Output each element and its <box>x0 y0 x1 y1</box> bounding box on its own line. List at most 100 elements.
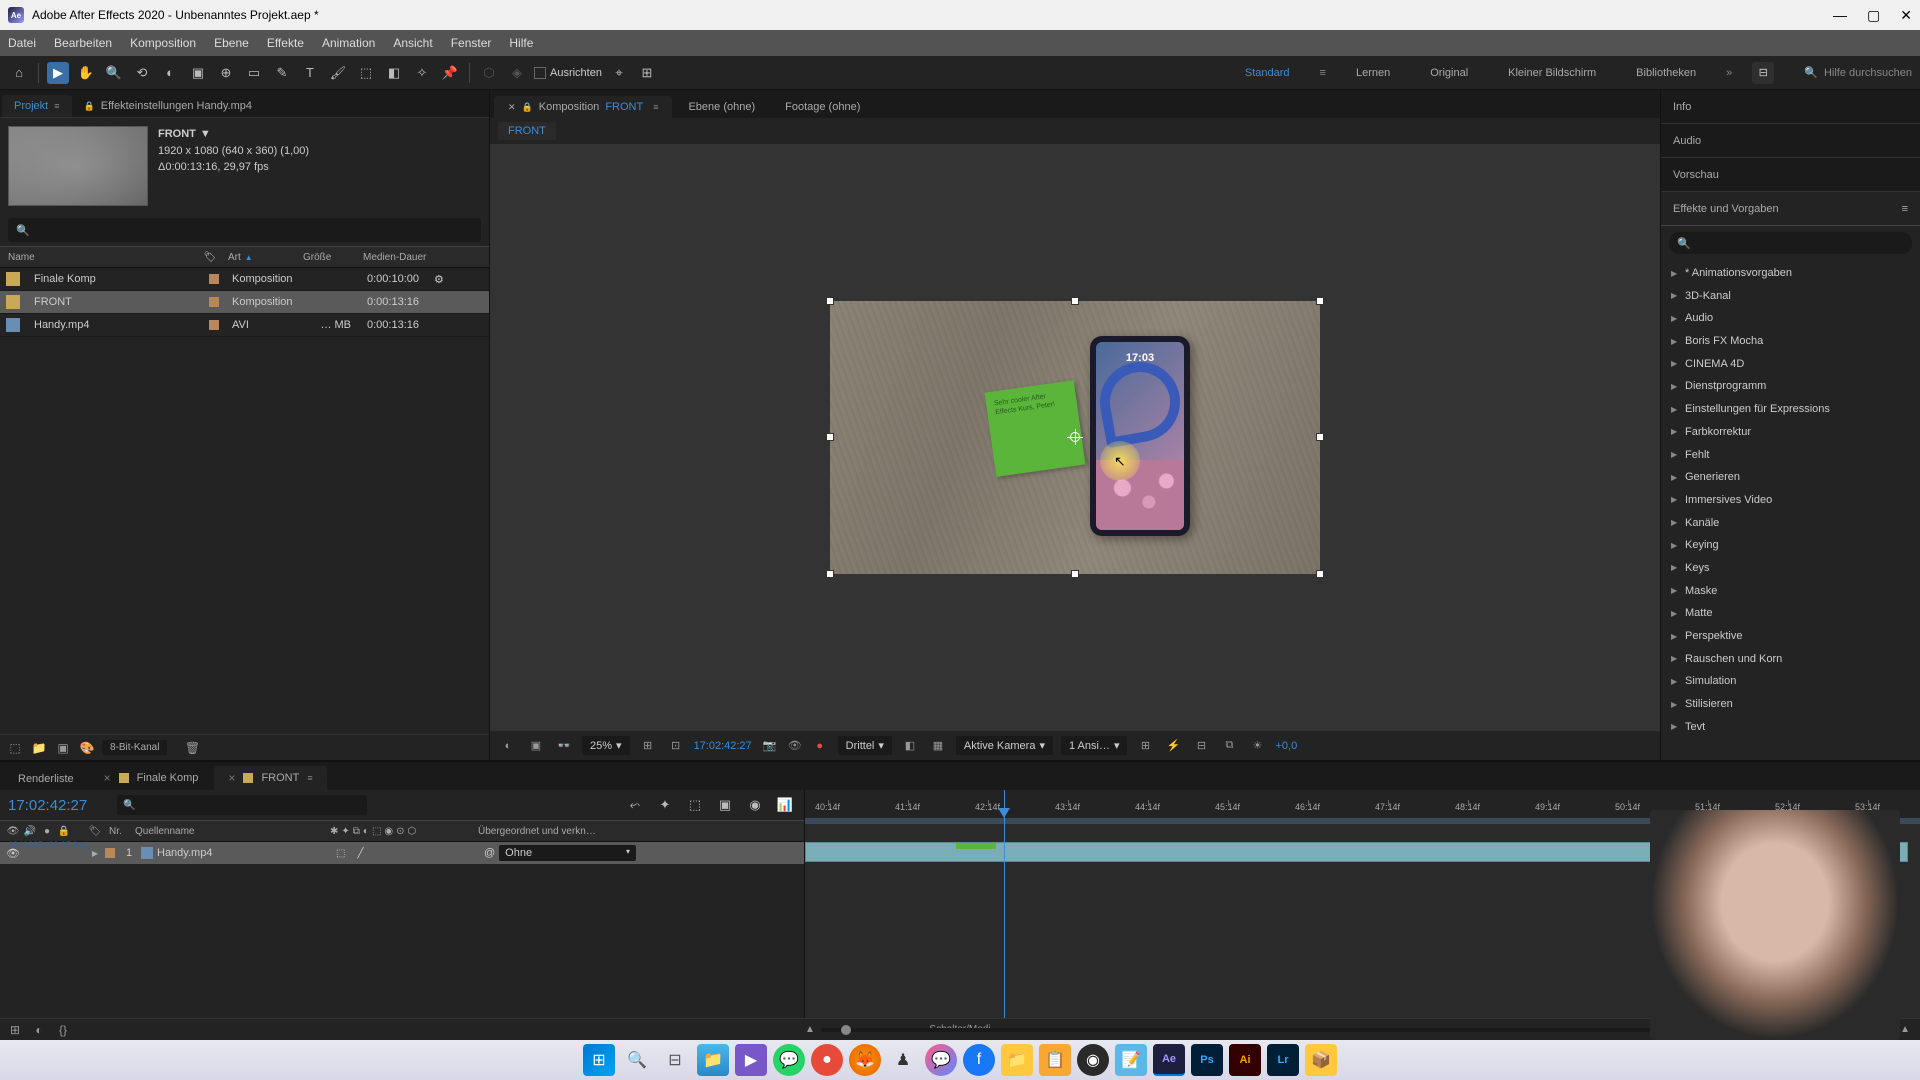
timecode[interactable]: 17:02:42:27 <box>8 797 87 814</box>
windows-start-icon[interactable]: ⊞ <box>583 1044 615 1076</box>
dropdown-icon[interactable]: ▼ <box>200 126 211 143</box>
handle-br[interactable] <box>1316 570 1324 578</box>
menu-animation[interactable]: Animation <box>322 36 375 50</box>
align-checkbox[interactable]: Ausrichten <box>534 67 602 79</box>
workspace-standard[interactable]: Standard <box>1235 63 1300 83</box>
effect-category[interactable]: ▶Dienstprogramm <box>1661 375 1920 398</box>
firefox-icon[interactable]: 🦊 <box>849 1044 881 1076</box>
parent-dropdown[interactable]: Ohne▾ <box>499 845 636 861</box>
workspace-kleiner[interactable]: Kleiner Bildschirm <box>1498 63 1606 83</box>
obs-icon[interactable]: ◉ <box>1077 1044 1109 1076</box>
effect-category[interactable]: ▶Perspektive <box>1661 625 1920 648</box>
timeline-tab[interactable]: Renderliste <box>4 768 88 790</box>
zoom-out-icon[interactable]: ▲ <box>805 1024 815 1035</box>
effect-category[interactable]: ▶Fehlt <box>1661 444 1920 467</box>
effect-category[interactable]: ▶Rauschen und Korn <box>1661 648 1920 671</box>
lock-icon[interactable]: 🔒 <box>522 102 533 113</box>
effect-category[interactable]: ▶Stilisieren <box>1661 693 1920 716</box>
timeline-icon[interactable]: ⊟ <box>1191 736 1211 756</box>
playhead[interactable] <box>1004 790 1005 1018</box>
current-time[interactable]: 17:02:42:27 <box>694 740 752 752</box>
pixel-aspect-icon[interactable]: ⊞ <box>1135 736 1155 756</box>
app-icon-2[interactable]: ● <box>811 1044 843 1076</box>
effect-category[interactable]: ▶Simulation <box>1661 670 1920 693</box>
breadcrumb-item[interactable]: FRONT <box>498 122 556 140</box>
tab-menu-icon[interactable]: ≡ <box>54 101 59 111</box>
handle-tl[interactable] <box>826 297 834 305</box>
effect-category[interactable]: ▶Boris FX Mocha <box>1661 330 1920 353</box>
eraser-tool-icon[interactable]: ◧ <box>383 62 405 84</box>
effect-category[interactable]: ▶Keys <box>1661 557 1920 580</box>
guides-icon[interactable]: ⊡ <box>666 736 686 756</box>
menu-ebene[interactable]: Ebene <box>214 36 249 50</box>
label-col-icon[interactable]: 🏷 <box>200 252 220 263</box>
zoom-in-icon[interactable]: ▲ <box>1900 1024 1910 1035</box>
toggle-modes-icon[interactable]: ◐ <box>30 1021 48 1039</box>
video-col-icon[interactable]: 👁 <box>6 826 20 837</box>
new-comp-icon[interactable]: ▣ <box>54 739 72 757</box>
tab-project[interactable]: Projekt ≡ <box>2 95 72 117</box>
zoom-tool-icon[interactable]: 🔍 <box>103 62 125 84</box>
panel-toggle-icon[interactable]: ⊟ <box>1752 62 1774 84</box>
anchor-point-icon[interactable] <box>1067 429 1083 445</box>
views-dropdown[interactable]: 1 Ansi… ▾ <box>1061 736 1128 755</box>
project-row[interactable]: Finale Komp Komposition 0:00:10:00 ⚙ <box>0 268 489 291</box>
brush-tool-icon[interactable]: 🖌 <box>327 62 349 84</box>
close-icon[interactable]: × <box>104 771 111 785</box>
pen-tool-icon[interactable]: ✎ <box>271 62 293 84</box>
show-snapshot-icon[interactable]: 👁 <box>788 739 802 752</box>
effect-category[interactable]: ▶Farbkorrektur <box>1661 421 1920 444</box>
grid-icon[interactable]: ⊞ <box>638 736 658 756</box>
roto-tool-icon[interactable]: ✧ <box>411 62 433 84</box>
menu-komposition[interactable]: Komposition <box>130 36 196 50</box>
subdiv-icon[interactable]: ◈ <box>506 62 528 84</box>
trash-icon[interactable]: 🗑 <box>183 739 201 757</box>
minimize-button[interactable]: — <box>1833 7 1847 24</box>
col-name[interactable]: Name <box>0 252 200 263</box>
resolution-dropdown[interactable]: Drittel ▾ <box>838 736 892 755</box>
whatsapp-icon[interactable]: 💬 <box>773 1044 805 1076</box>
workspace-menu-icon[interactable]: ≡ <box>1320 67 1326 79</box>
new-folder-icon[interactable]: 📁 <box>30 739 48 757</box>
mesh-icon[interactable]: ⬡ <box>478 62 500 84</box>
app-icon-4[interactable]: 📋 <box>1039 1044 1071 1076</box>
photoshop-icon[interactable]: Ps <box>1191 1044 1223 1076</box>
hide-shy-icon[interactable]: ⬚ <box>684 794 706 816</box>
clone-tool-icon[interactable]: ⬚ <box>355 62 377 84</box>
toggle-brackets-icon[interactable]: {} <box>54 1021 72 1039</box>
camera-tool-icon[interactable]: ▣ <box>187 62 209 84</box>
search-help-input[interactable]: Hilfe durchsuchen <box>1824 67 1912 79</box>
anchor-tool-icon[interactable]: ⊕ <box>215 62 237 84</box>
explorer-icon[interactable]: 📁 <box>697 1044 729 1076</box>
col-size[interactable]: Größe <box>295 252 355 263</box>
lightroom-icon[interactable]: Lr <box>1267 1044 1299 1076</box>
zoom-dropdown[interactable]: 25% ▾ <box>582 736 630 755</box>
toggle-switches-icon[interactable]: ⊞ <box>6 1021 24 1039</box>
effect-category[interactable]: ▶Tevt <box>1661 716 1920 739</box>
snap-icon[interactable]: ⌖ <box>608 62 630 84</box>
workspace-bibliotheken[interactable]: Bibliotheken <box>1626 63 1706 83</box>
timeline-layer-row[interactable]: 👁 ▶ 1 Handy.mp4 ⬚╱ @ Ohne▾ <box>0 842 804 864</box>
workspace-original[interactable]: Original <box>1420 63 1478 83</box>
selection-tool-icon[interactable]: ▶ <box>47 62 69 84</box>
menu-fenster[interactable]: Fenster <box>451 36 492 50</box>
effects-search[interactable]: 🔍 <box>1669 232 1912 254</box>
comp-viewer[interactable]: Sehr cooler After Effects Kurs, Peter! 1… <box>490 144 1660 730</box>
workspace-overflow-icon[interactable]: » <box>1726 67 1732 79</box>
label-color[interactable] <box>209 297 219 307</box>
layer-name[interactable]: Handy.mp4 <box>141 847 336 859</box>
effect-category[interactable]: ▶Einstellungen für Expressions <box>1661 398 1920 421</box>
fast-preview-icon[interactable]: ⚡ <box>1163 736 1183 756</box>
handle-mr[interactable] <box>1316 433 1324 441</box>
rotation-tool-icon[interactable]: ◐ <box>159 62 181 84</box>
menu-datei[interactable]: Datei <box>8 36 36 50</box>
exposure-reset-icon[interactable]: ☀ <box>1247 736 1267 756</box>
handle-tc[interactable] <box>1071 297 1079 305</box>
facebook-icon[interactable]: f <box>963 1044 995 1076</box>
bit-depth-selector[interactable]: 8-Bit-Kanal <box>102 740 167 755</box>
effect-category[interactable]: ▶Audio <box>1661 307 1920 330</box>
task-view-icon[interactable]: ⊟ <box>659 1044 691 1076</box>
graph-editor-icon[interactable]: 📊 <box>774 794 796 816</box>
hand-tool-icon[interactable]: ✋ <box>75 62 97 84</box>
label-col-icon[interactable]: 🏷 <box>85 826 105 837</box>
